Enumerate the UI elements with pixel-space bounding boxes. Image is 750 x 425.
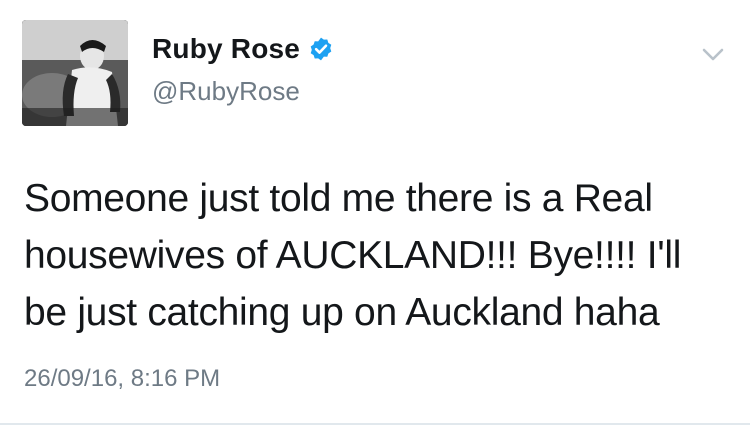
author-name-row: Ruby Rose — [152, 33, 334, 65]
verified-badge-icon — [308, 36, 334, 62]
author-handle[interactable]: @RubyRose — [152, 76, 300, 107]
chevron-down-icon[interactable] — [700, 44, 726, 64]
tweet-card: Ruby Rose @RubyRose Someone just told me… — [0, 0, 750, 425]
avatar[interactable] — [22, 20, 128, 126]
tweet-timestamp[interactable]: 26/09/16, 8:16 PM — [24, 365, 220, 393]
profile-photo-icon — [22, 20, 128, 126]
author-display-name[interactable]: Ruby Rose — [152, 33, 300, 65]
tweet-text: Someone just told me there is a Real hou… — [24, 177, 682, 334]
